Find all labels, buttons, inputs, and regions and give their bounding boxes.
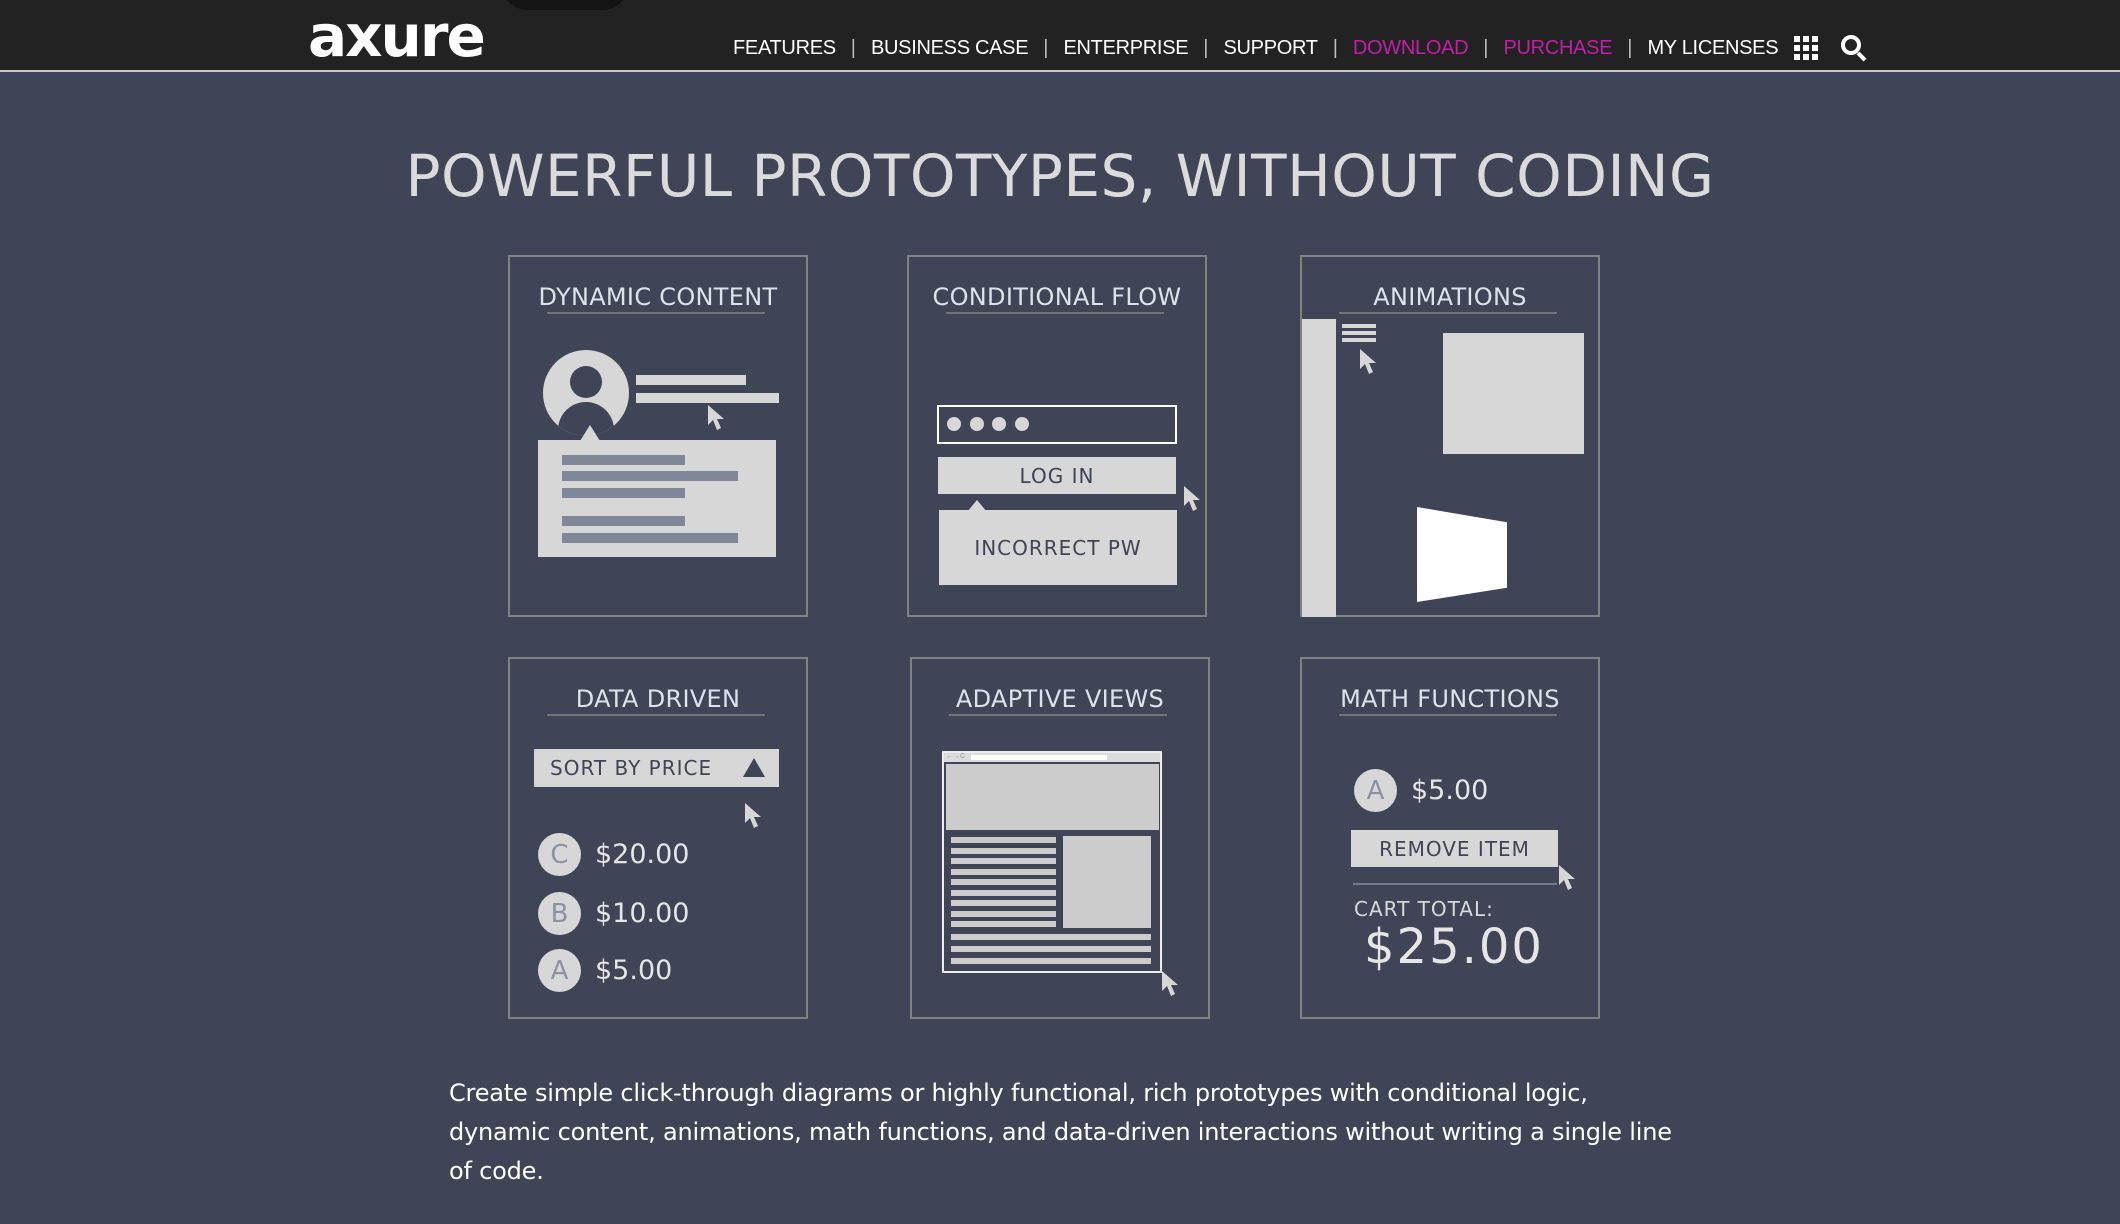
password-field-illustration	[937, 405, 1177, 444]
login-button-illustration: LOG IN	[938, 457, 1176, 494]
feature-card-animations[interactable]: ANIMATIONS	[1300, 255, 1600, 617]
title-divider	[946, 312, 1164, 314]
title-divider	[547, 312, 765, 314]
item-price: $10.00	[595, 898, 690, 929]
mouse-cursor-icon	[1360, 349, 1376, 374]
item-price: $5.00	[1411, 775, 1489, 806]
axure-logo[interactable]: axure	[308, 4, 486, 68]
sort-ascending-icon	[743, 758, 765, 777]
nav-business-case[interactable]: BUSINESS CASE	[871, 37, 1029, 60]
nav-separator: |	[1043, 36, 1049, 59]
feature-description: Create simple click-through diagrams or …	[449, 1079, 1672, 1185]
card-title: ANIMATIONS	[1373, 283, 1527, 311]
mouse-cursor-icon	[1559, 865, 1575, 890]
mouse-cursor-icon	[745, 803, 761, 828]
feature-card-dynamic-content[interactable]: DYNAMIC CONTENT	[508, 255, 808, 617]
browser-nav-icon: ←→C	[946, 753, 966, 760]
card-title: DATA DRIVEN	[575, 685, 741, 713]
remove-item-button-illustration: REMOVE ITEM	[1351, 830, 1558, 867]
text-line-placeholder	[636, 375, 746, 385]
resize-cursor-icon	[1162, 971, 1178, 996]
flipping-card-illustration	[1417, 507, 1507, 602]
user-avatar-icon	[543, 350, 629, 436]
nav-support[interactable]: SUPPORT	[1223, 37, 1318, 60]
nav-separator: |	[1332, 36, 1338, 59]
title-divider	[1339, 312, 1557, 314]
browser-toolbar: ←→C	[944, 753, 1160, 762]
list-item: A $5.00	[538, 949, 672, 992]
title-divider	[949, 714, 1167, 716]
mouse-cursor-icon	[1184, 486, 1200, 511]
list-item: B $10.00	[538, 892, 689, 935]
item-badge: A	[1354, 769, 1397, 812]
nav-download[interactable]: DOWNLOAD	[1353, 37, 1469, 60]
nav-my-licenses[interactable]: MY LICENSES	[1647, 37, 1778, 60]
item-badge: A	[538, 949, 581, 992]
text-line-placeholder	[636, 393, 779, 403]
title-divider	[547, 714, 765, 716]
animated-box-illustration	[1443, 333, 1584, 454]
card-title: DYNAMIC CONTENT	[538, 283, 778, 311]
sliding-panel-illustration	[1302, 319, 1336, 617]
mouse-cursor-icon	[708, 405, 724, 430]
nav-separator: |	[1483, 36, 1489, 59]
main-nav: FEATURES | BUSINESS CASE | ENTERPRISE | …	[733, 34, 1868, 62]
item-price: $5.00	[595, 955, 673, 986]
error-message-illustration: INCORRECT PW	[939, 510, 1177, 585]
nav-separator: |	[850, 36, 856, 59]
item-badge: B	[538, 892, 581, 935]
feature-card-data-driven[interactable]: DATA DRIVEN SORT BY PRICE C $20.00 B $10…	[508, 657, 808, 1019]
item-price: $20.00	[595, 839, 690, 870]
nav-purchase[interactable]: PURCHASE	[1504, 37, 1613, 60]
nav-separator: |	[1203, 36, 1209, 59]
content-panel	[538, 440, 776, 557]
nav-features[interactable]: FEATURES	[733, 37, 836, 60]
popover-pointer	[580, 425, 600, 441]
sort-label: SORT BY PRICE	[550, 756, 713, 780]
hero-block	[946, 764, 1159, 830]
top-nav-bar: axure FEATURES | BUSINESS CASE | ENTERPR…	[0, 0, 2120, 72]
total-divider	[1353, 883, 1557, 885]
cart-item: A $5.00	[1354, 769, 1488, 812]
item-badge: C	[538, 833, 581, 876]
cart-total-label: CART TOTAL:	[1354, 897, 1494, 921]
hamburger-menu-icon	[1342, 324, 1376, 328]
decorative-shape	[500, 0, 630, 10]
apps-grid-icon[interactable]	[1794, 36, 1819, 60]
browser-address-bar	[971, 755, 1107, 760]
page-headline: POWERFUL PROTOTYPES, WITHOUT CODING	[405, 142, 1715, 210]
feature-card-math-functions[interactable]: MATH FUNCTIONS A $5.00 REMOVE ITEM CART …	[1300, 657, 1600, 1019]
sort-button-illustration: SORT BY PRICE	[534, 749, 779, 787]
card-title: ADAPTIVE VIEWS	[955, 685, 1165, 713]
search-icon[interactable]	[1840, 34, 1868, 62]
cart-total-value: $25.00	[1364, 919, 1544, 975]
browser-window-illustration: ←→C	[942, 751, 1162, 973]
nav-separator: |	[1627, 36, 1633, 59]
card-title: MATH FUNCTIONS	[1340, 685, 1560, 713]
feature-card-conditional-flow[interactable]: CONDITIONAL FLOW LOG IN INCORRECT PW	[907, 255, 1207, 617]
sidebar-block	[1063, 836, 1151, 928]
card-title: CONDITIONAL FLOW	[932, 283, 1182, 311]
feature-card-adaptive-views[interactable]: ADAPTIVE VIEWS ←→C	[910, 657, 1210, 1019]
nav-enterprise[interactable]: ENTERPRISE	[1063, 37, 1188, 60]
title-divider	[1339, 714, 1557, 716]
list-item: C $20.00	[538, 833, 689, 876]
